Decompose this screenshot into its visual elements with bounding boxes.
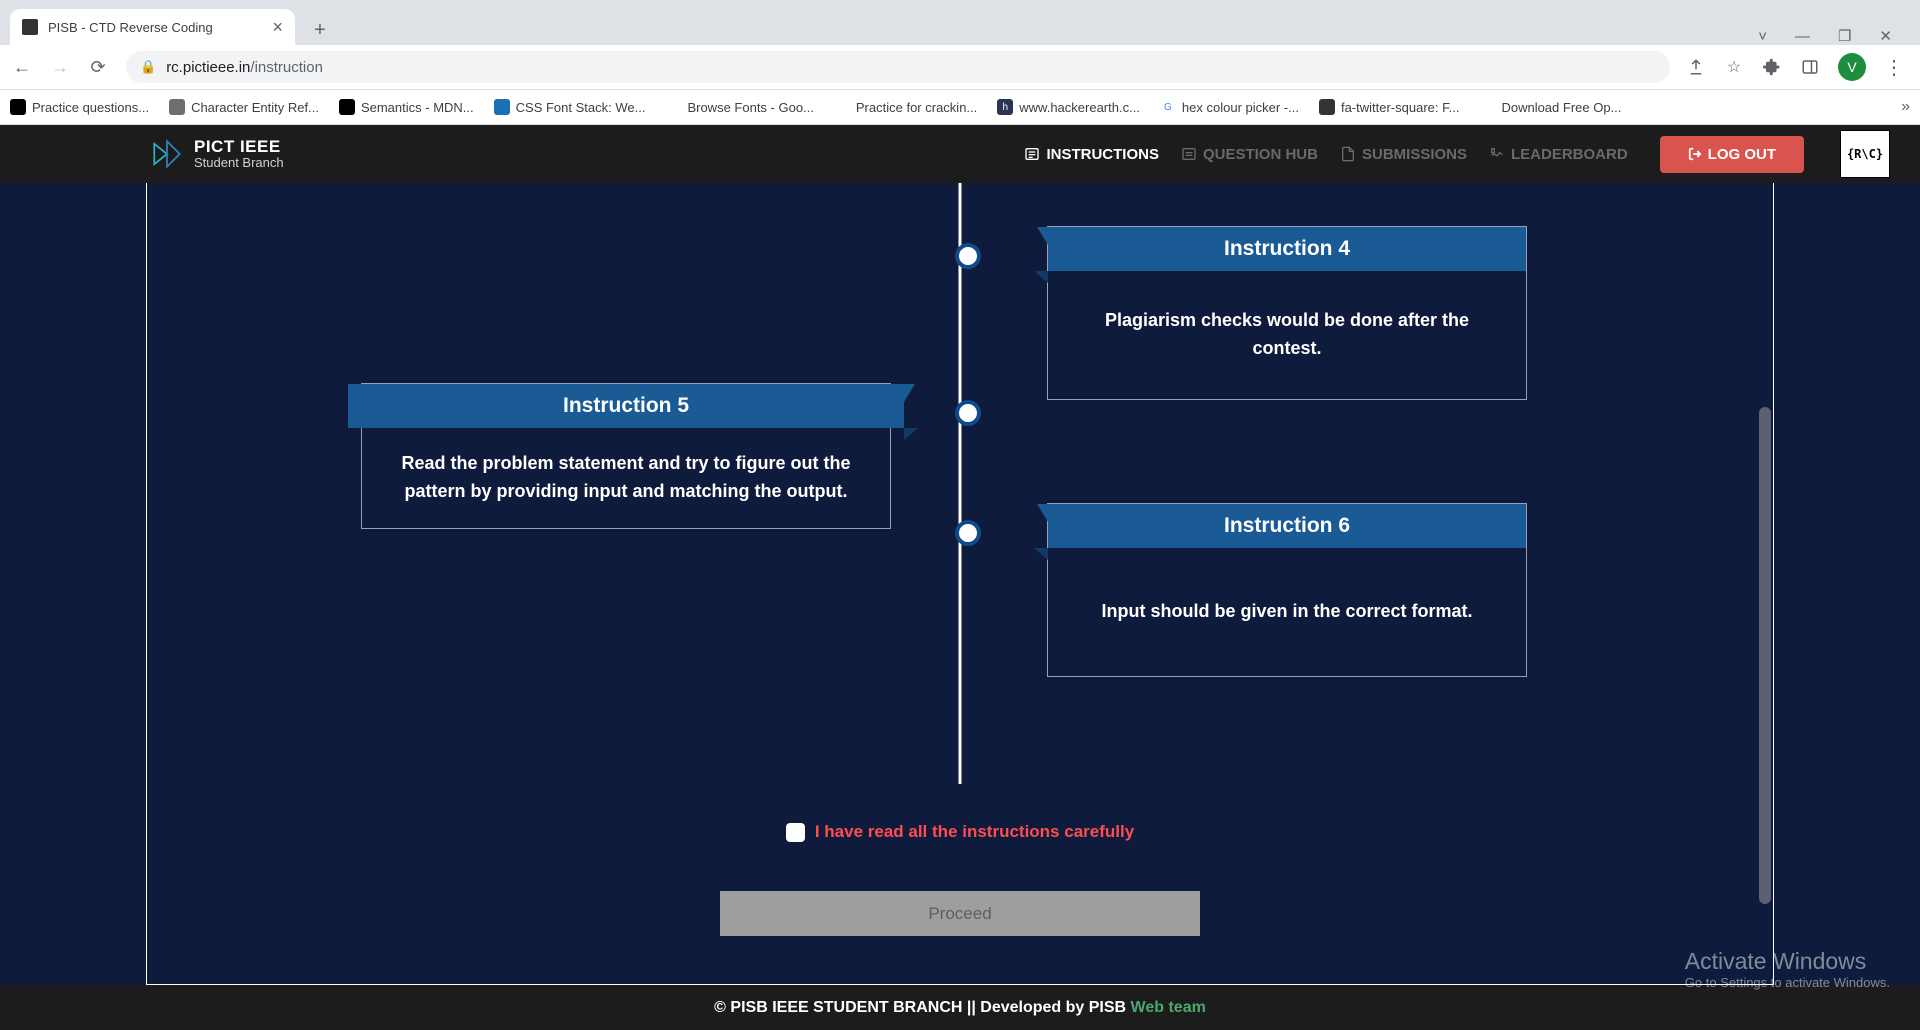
bookmark-item[interactable]: fa-twitter-square: F... <box>1319 99 1459 115</box>
tab-bar: PISB - CTD Reverse Coding × + ˅ — ❐ ✕ <box>0 0 1920 45</box>
bookmark-item[interactable]: Semantics - MDN... <box>339 99 474 115</box>
url-path: /instruction <box>250 59 323 76</box>
share-icon[interactable] <box>1686 57 1706 77</box>
bookmark-label: Character Entity Ref... <box>191 100 319 115</box>
bookmark-item[interactable]: Browse Fonts - Goo... <box>665 99 813 115</box>
footer: © PISB IEEE STUDENT BRANCH || Developed … <box>0 985 1920 1030</box>
url-host: rc.pictieee.in <box>166 59 250 76</box>
bookmark-favicon: G <box>1160 99 1176 115</box>
instruction-5-body: Read the problem statement and try to fi… <box>362 428 890 528</box>
bookmark-favicon <box>494 99 510 115</box>
bookmark-label: CSS Font Stack: We... <box>516 100 646 115</box>
page-body: PICT IEEE Student Branch INSTRUCTIONS QU… <box>0 125 1920 1030</box>
reload-button[interactable]: ⟳ <box>86 55 110 79</box>
close-window-icon[interactable]: ✕ <box>1879 27 1892 45</box>
bookmark-label: www.hackerearth.c... <box>1019 100 1140 115</box>
bookmark-favicon <box>1319 99 1335 115</box>
sidepanel-icon[interactable] <box>1800 57 1820 77</box>
bookmark-favicon <box>1479 99 1495 115</box>
nav-instructions[interactable]: INSTRUCTIONS <box>1024 146 1159 163</box>
new-tab-button[interactable]: + <box>305 15 335 45</box>
proceed-button[interactable]: Proceed <box>720 891 1200 936</box>
brand-title: PICT IEEE <box>194 138 284 157</box>
bookmark-favicon: h <box>997 99 1013 115</box>
agree-label: I have read all the instructions careful… <box>815 822 1134 842</box>
bookmark-favicon <box>10 99 26 115</box>
bookmark-label: Browse Fonts - Goo... <box>687 100 813 115</box>
brand-subtitle: Student Branch <box>194 156 284 170</box>
forward-button[interactable]: → <box>48 55 72 79</box>
kebab-menu-icon[interactable]: ⋮ <box>1884 55 1904 80</box>
bookmark-label: Practice for crackin... <box>856 100 977 115</box>
instruction-4-body: Plagiarism checks would be done after th… <box>1048 271 1526 399</box>
window-controls: ˅ — ❐ ✕ <box>1758 27 1910 45</box>
scrollbar-track[interactable] <box>1757 183 1773 984</box>
back-button[interactable]: ← <box>10 55 34 79</box>
bookmark-item[interactable]: Character Entity Ref... <box>169 99 319 115</box>
bookmark-item[interactable]: h www.hackerearth.c... <box>997 99 1140 115</box>
bookmark-label: Practice questions... <box>32 100 149 115</box>
scrollbar-thumb[interactable] <box>1759 407 1771 904</box>
minimize-icon[interactable]: — <box>1795 28 1810 45</box>
instruction-6-body: Input should be given in the correct for… <box>1048 548 1526 676</box>
bookmark-favicon <box>834 99 850 115</box>
bookmark-item[interactable]: CSS Font Stack: We... <box>494 99 646 115</box>
bookmark-star-icon[interactable]: ☆ <box>1724 57 1744 77</box>
logout-button[interactable]: LOG OUT <box>1660 136 1804 173</box>
lock-icon: 🔒 <box>140 59 156 75</box>
bookmark-label: Semantics - MDN... <box>361 100 474 115</box>
tab-close-icon[interactable]: × <box>272 17 283 38</box>
rc-logo: {R\C} <box>1840 130 1890 178</box>
profile-avatar[interactable]: V <box>1838 53 1866 81</box>
url-input[interactable]: 🔒 rc.pictieee.in/instruction <box>126 51 1670 83</box>
windows-activation-watermark: Activate Windows Go to Settings to activ… <box>1685 948 1890 990</box>
bookmarks-bar: Practice questions... Character Entity Re… <box>0 90 1920 125</box>
nav-question-hub[interactable]: QUESTION HUB <box>1181 146 1318 163</box>
bookmark-item[interactable]: Download Free Op... <box>1479 99 1621 115</box>
app-navbar: PICT IEEE Student Branch INSTRUCTIONS QU… <box>0 125 1920 183</box>
footer-webteam-link[interactable]: Web team <box>1131 999 1206 1017</box>
timeline-dot <box>955 243 981 269</box>
nav-submissions[interactable]: SUBMISSIONS <box>1340 146 1467 163</box>
bookmark-label: hex colour picker -... <box>1182 100 1299 115</box>
bookmark-label: fa-twitter-square: F... <box>1341 100 1459 115</box>
bookmark-favicon <box>169 99 185 115</box>
agree-row: I have read all the instructions careful… <box>147 822 1773 842</box>
bookmark-favicon <box>665 99 681 115</box>
tab-favicon <box>22 19 38 35</box>
timeline-line <box>959 183 962 784</box>
tab-title: PISB - CTD Reverse Coding <box>48 20 213 35</box>
extensions-icon[interactable] <box>1762 57 1782 77</box>
instruction-6-card: Instruction 6 Input should be given in t… <box>1047 503 1527 677</box>
address-bar: ← → ⟳ 🔒 rc.pictieee.in/instruction ☆ V ⋮ <box>0 45 1920 90</box>
brand-logo-icon <box>150 137 184 171</box>
maximize-icon[interactable]: ❐ <box>1838 27 1851 45</box>
bookmark-item[interactable]: Ghex colour picker -... <box>1160 99 1299 115</box>
bookmark-item[interactable]: Practice for crackin... <box>834 99 977 115</box>
bookmark-favicon <box>339 99 355 115</box>
logout-icon <box>1688 147 1702 161</box>
bookmark-label: Download Free Op... <box>1501 100 1621 115</box>
instruction-5-card: Instruction 5 Read the problem statement… <box>411 383 891 529</box>
timeline-dot <box>955 400 981 426</box>
chevron-down-icon[interactable]: ˅ <box>1758 28 1767 45</box>
agree-checkbox[interactable] <box>786 823 805 842</box>
content-frame: correct submission, 10 points will be de… <box>146 183 1774 985</box>
bookmarks-overflow-icon[interactable]: » <box>1901 98 1910 116</box>
browser-tab[interactable]: PISB - CTD Reverse Coding × <box>10 9 295 45</box>
nav-leaderboard[interactable]: LEADERBOARD <box>1489 146 1628 163</box>
brand[interactable]: PICT IEEE Student Branch <box>150 137 284 171</box>
bookmark-item[interactable]: Practice questions... <box>10 99 149 115</box>
footer-text: © PISB IEEE STUDENT BRANCH || Developed … <box>714 999 1126 1017</box>
instruction-4-card: Instruction 4 Plagiarism checks would be… <box>1047 226 1527 400</box>
timeline-dot <box>955 520 981 546</box>
